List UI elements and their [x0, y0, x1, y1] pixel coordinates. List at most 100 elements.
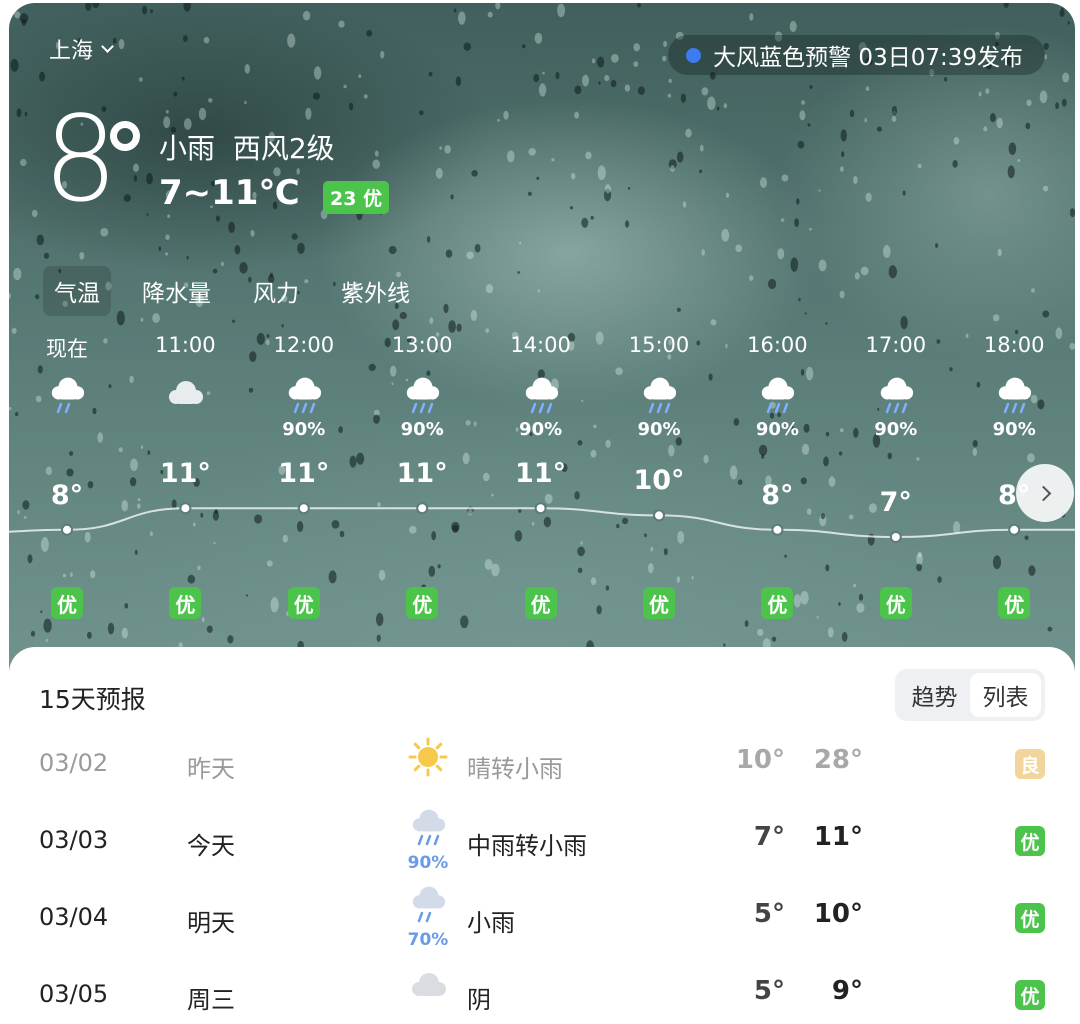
forecast-day: 明天 — [187, 909, 235, 937]
hourly-item: 现在 — [22, 333, 112, 443]
forecast-description: 小雨 — [467, 909, 515, 937]
forecast-description: 阴 — [467, 986, 491, 1014]
hour-time: 12:00 — [273, 333, 335, 357]
current-temperature: 8 — [43, 90, 118, 228]
chevron-down-icon — [101, 40, 114, 53]
tab-precipitation[interactable]: 降水量 — [131, 266, 222, 316]
tab-uv[interactable]: 紫外线 — [330, 266, 421, 316]
weather-alert[interactable]: 大风蓝色预警 03日07:39发布 — [668, 35, 1045, 75]
rain-icon — [969, 373, 1059, 419]
degree-icon — [110, 121, 140, 151]
sunny-icon — [406, 735, 450, 785]
hourly-forecast: 现在 8° 优 11:00 11° 优 12:00 90% 11° 优 13:00 — [9, 333, 1075, 633]
temperature-point — [534, 502, 547, 515]
aqi-badge[interactable]: 23 优 — [323, 181, 390, 214]
chevron-right-icon — [1035, 485, 1051, 501]
hour-aqi-badge: 优 — [287, 587, 320, 619]
city-name: 上海 — [49, 39, 94, 64]
temperature-point — [1008, 523, 1021, 536]
forecast-panel: 15天预报 趋势 列表 03/02 昨天 晴转小雨 10° 28° 良 03/03 今天 90… — [9, 647, 1075, 1024]
forecast-row[interactable]: 03/04 明天 70% 小雨 5° 10° 优 — [9, 883, 1075, 953]
hour-time: 18:00 — [983, 333, 1045, 357]
hour-precipitation: 90% — [992, 419, 1036, 440]
tab-temperature[interactable]: 气温 — [43, 266, 111, 316]
temperature-point — [297, 502, 310, 515]
temperature-point — [61, 523, 73, 536]
next-hours-button[interactable] — [1016, 464, 1074, 522]
hour-aqi-badge: 优 — [879, 587, 912, 619]
alert-text: 大风蓝色预警 03日07:39发布 — [713, 45, 1023, 71]
forecast-description: 晴转小雨 — [467, 755, 563, 783]
hour-precipitation — [22, 419, 112, 443]
forecast-low: 5° — [753, 899, 785, 929]
hour-time: 现在 — [46, 337, 88, 361]
forecast-date: 03/03 — [39, 826, 109, 854]
alert-dot-icon — [686, 47, 702, 63]
forecast-row[interactable]: 03/02 昨天 晴转小雨 10° 28° 良 — [9, 729, 1075, 799]
hour-precipitation: 90% — [755, 419, 799, 440]
hour-aqi-badge: 优 — [51, 587, 83, 619]
hour-temperature: 11° — [515, 458, 567, 490]
hour-precipitation: 90% — [282, 419, 326, 440]
hour-temperature: 8° — [761, 479, 794, 511]
wind-text: 西风2级 — [232, 132, 335, 165]
hourly-item: 17:00 90% — [851, 333, 941, 443]
hour-precipitation — [140, 419, 230, 443]
temperature-point — [179, 502, 192, 515]
hourly-item: 14:00 90% — [496, 333, 586, 443]
current-condition: 小雨 西风2级 — [159, 127, 335, 167]
city-selector[interactable]: 上海 — [49, 33, 114, 65]
forecast-high: 10° — [813, 899, 863, 929]
hour-time: 11:00 — [155, 333, 216, 357]
hour-time: 14:00 — [510, 333, 571, 357]
rain-icon — [614, 373, 704, 419]
rain-icon — [259, 373, 349, 419]
forecast-date: 03/05 — [39, 980, 109, 1008]
forecast-high: 9° — [831, 976, 863, 1006]
hour-precipitation: 90% — [400, 419, 444, 440]
hour-time: 13:00 — [391, 333, 453, 357]
condition-text: 小雨 — [159, 132, 216, 165]
metric-tabs: 气温 降水量 风力 紫外线 — [43, 266, 421, 316]
hour-aqi-badge: 优 — [524, 587, 557, 619]
hourly-item: 15:00 90% — [614, 333, 704, 443]
hour-precipitation: 90% — [637, 419, 681, 440]
hour-precipitation: 90% — [519, 419, 563, 440]
rain-icon — [377, 373, 467, 419]
hour-time: 17:00 — [865, 333, 927, 357]
hour-temperature: 7° — [879, 487, 912, 518]
forecast-aqi-badge: 良 — [1015, 749, 1045, 779]
cloudy-icon — [140, 373, 230, 419]
forecast-low: 7° — [753, 822, 785, 852]
forecast-row[interactable]: 03/05 周三 阴 5° 9° 优 — [9, 960, 1075, 1024]
hourly-item: 13:00 90% — [377, 333, 467, 443]
hourly-item: 16:00 90% — [732, 333, 822, 443]
hourly-item: 12:00 90% — [259, 333, 349, 443]
forecast-row[interactable]: 03/03 今天 90% 中雨转小雨 7° 11° 优 — [9, 806, 1075, 876]
tab-wind[interactable]: 风力 — [242, 266, 310, 316]
overcast-icon — [406, 966, 450, 1016]
rain-icon — [732, 373, 822, 419]
hour-temperature: 11° — [396, 458, 448, 490]
hour-temperature: 11° — [159, 458, 211, 490]
forecast-aqi-badge: 优 — [1015, 903, 1045, 933]
forecast-low: 10° — [735, 745, 785, 775]
toggle-list[interactable]: 列表 — [970, 673, 1041, 717]
forecast-precipitation: 70% — [407, 930, 449, 950]
hourly-item: 11:00 — [140, 333, 230, 443]
forecast-date: 03/04 — [39, 903, 109, 931]
toggle-trend[interactable]: 趋势 — [899, 673, 970, 717]
forecast-high: 28° — [813, 745, 863, 775]
forecast-title: 15天预报 — [39, 685, 146, 714]
forecast-precipitation: 90% — [407, 853, 449, 873]
forecast-aqi-badge: 优 — [1015, 826, 1045, 856]
light-rain-icon — [406, 883, 450, 933]
hour-aqi-badge: 优 — [643, 587, 675, 619]
hour-time: 16:00 — [747, 333, 808, 357]
hour-time: 15:00 — [628, 333, 690, 357]
forecast-day: 周三 — [187, 986, 235, 1014]
forecast-description: 中雨转小雨 — [467, 832, 587, 860]
temperature-point — [771, 523, 784, 536]
rain-icon — [851, 373, 941, 419]
hour-precipitation: 90% — [874, 419, 918, 440]
